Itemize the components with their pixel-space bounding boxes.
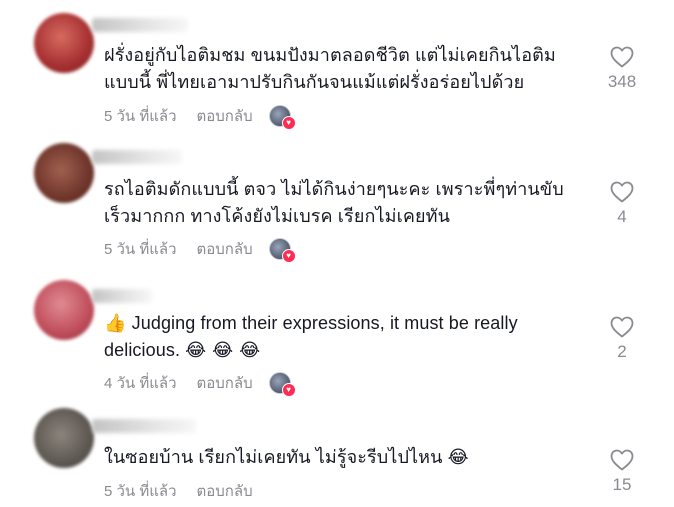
- comment-line-text: Judging from their expressions, it must …: [131, 313, 518, 333]
- avatar[interactable]: [34, 13, 94, 73]
- reply-button[interactable]: ตอบกลับ: [197, 479, 253, 503]
- heart-badge-icon: ♥: [281, 116, 296, 130]
- laughing-emoji: 😂 😂 😂: [185, 340, 261, 361]
- thumbs-up-emoji: 👍: [104, 313, 127, 334]
- username-blurred[interactable]: [92, 289, 152, 303]
- comment-line-text: delicious.: [104, 340, 181, 360]
- comment-line-text: ในซอยบ้าน เรียกไม่เคยทัน ไม่รู้จะรีบไปไห…: [104, 447, 443, 467]
- comment-line: 👍 Judging from their expressions, it mus…: [104, 310, 604, 337]
- like-count: 2: [617, 342, 627, 361]
- comment-text: ฝรั่งอยู่กับไอติมชม ขนมปังมาตลอดชีวิต แต…: [104, 42, 604, 96]
- username-blurred[interactable]: [92, 419, 196, 433]
- like-button[interactable]: 2: [600, 316, 644, 362]
- like-button[interactable]: 348: [600, 46, 644, 92]
- creator-liked-avatar: ♥: [268, 372, 296, 397]
- comment-time: 5 วัน ที่แล้ว: [104, 483, 177, 500]
- comment-time: 5 วัน ที่แล้ว: [104, 108, 177, 125]
- comment-time: 5 วัน ที่แล้ว: [104, 241, 177, 258]
- comment-line: delicious. 😂 😂 😂: [104, 337, 604, 364]
- like-button[interactable]: 4: [600, 181, 644, 227]
- like-count: 15: [612, 475, 632, 494]
- heart-outline-icon: [610, 181, 634, 203]
- like-count: 4: [617, 207, 627, 226]
- username-blurred[interactable]: [92, 18, 188, 32]
- comment-text: รถไอติมดักแบบนี้ ตจว ไม่ได้กินง่ายๆนะคะ …: [104, 176, 604, 230]
- username-blurred[interactable]: [92, 150, 182, 164]
- comment-meta: 5 วัน ที่แล้ว ตอบกลับ ♥: [104, 104, 296, 130]
- comment-line: ฝรั่งอยู่กับไอติมชม ขนมปังมาตลอดชีวิต แต…: [104, 45, 556, 65]
- comment-meta: 4 วัน ที่แล้ว ตอบกลับ ♥: [104, 371, 296, 397]
- comment-time: 4 วัน ที่แล้ว: [104, 375, 177, 392]
- avatar[interactable]: [34, 408, 94, 468]
- heart-badge-icon: ♥: [281, 383, 296, 397]
- reply-button[interactable]: ตอบกลับ: [197, 371, 253, 395]
- comment-line: เร็วมากกก ทางโค้งยังไม่เบรค เรียกไม่เคยท…: [104, 206, 450, 226]
- creator-liked-avatar: ♥: [268, 238, 296, 263]
- heart-badge-icon: ♥: [281, 249, 296, 263]
- comment-text: ในซอยบ้าน เรียกไม่เคยทัน ไม่รู้จะรีบไปไห…: [104, 444, 604, 471]
- comment-meta: 5 วัน ที่แล้ว ตอบกลับ ♥: [104, 237, 296, 263]
- heart-outline-icon: [610, 46, 634, 68]
- reply-button[interactable]: ตอบกลับ: [197, 237, 253, 261]
- avatar[interactable]: [34, 143, 94, 203]
- avatar[interactable]: [34, 280, 94, 340]
- comment-line: แบบนี้ พี่ไทยเอามาปรับกินกันจนแม้แต่ฝรั่…: [104, 72, 525, 92]
- like-count: 348: [607, 72, 637, 91]
- comment-line: ในซอยบ้าน เรียกไม่เคยทัน ไม่รู้จะรีบไปไห…: [104, 444, 604, 471]
- heart-outline-icon: [610, 449, 634, 471]
- comment-meta: 5 วัน ที่แล้ว ตอบกลับ: [104, 479, 269, 503]
- laughing-emoji: 😂: [447, 447, 469, 468]
- like-button[interactable]: 15: [600, 449, 644, 495]
- reply-button[interactable]: ตอบกลับ: [197, 104, 253, 128]
- comment-line: รถไอติมดักแบบนี้ ตจว ไม่ได้กินง่ายๆนะคะ …: [104, 179, 564, 199]
- creator-liked-avatar: ♥: [268, 105, 296, 130]
- comment-text: 👍 Judging from their expressions, it mus…: [104, 310, 604, 364]
- heart-outline-icon: [610, 316, 634, 338]
